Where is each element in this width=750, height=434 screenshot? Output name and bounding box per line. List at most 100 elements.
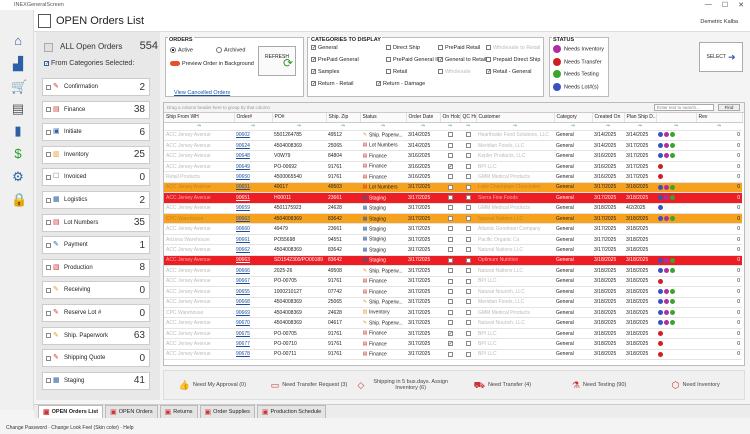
tab-open-orders[interactable]: ▣ OPEN Orders bbox=[105, 405, 158, 418]
qc-hold-checkbox[interactable] bbox=[465, 236, 471, 242]
category-checkbox[interactable] bbox=[46, 378, 51, 384]
tab-open-orders-list[interactable]: ▣ OPEN Orders List bbox=[38, 405, 104, 418]
display-option-samples[interactable]: ✓ Samples bbox=[311, 69, 339, 75]
action-need-transfer-request-3[interactable]: ▭ Need Transfer Request (3) bbox=[261, 381, 358, 389]
column-header[interactable]: Created On bbox=[592, 113, 625, 123]
qc-hold-checkbox[interactable] bbox=[465, 299, 471, 305]
tab-order-supplies[interactable]: ▣ Order Supplies bbox=[199, 405, 255, 418]
qc-hold-checkbox[interactable] bbox=[465, 215, 471, 221]
order-link[interactable]: 90602 bbox=[236, 132, 250, 138]
on-hold-checkbox[interactable] bbox=[447, 142, 453, 148]
qc-hold-checkbox[interactable] bbox=[465, 320, 471, 326]
qc-hold-checkbox[interactable] bbox=[465, 195, 471, 201]
order-link[interactable]: 90667 bbox=[236, 278, 250, 284]
checkbox[interactable]: ✓ bbox=[311, 57, 316, 63]
on-hold-checkbox[interactable] bbox=[447, 288, 453, 294]
qc-hold-checkbox[interactable] bbox=[465, 341, 471, 347]
tab-returns[interactable]: ▣ Returns bbox=[159, 405, 198, 418]
order-link[interactable]: 90651 bbox=[236, 195, 250, 201]
order-link[interactable]: 90662 bbox=[236, 247, 250, 253]
table-row[interactable]: ACC Jersey Avenue 90666 2025-26 49508 ✎ Ship.… bbox=[164, 265, 742, 277]
qc-hold-checkbox[interactable] bbox=[465, 174, 471, 180]
user-name[interactable]: Demetric Kalba bbox=[700, 19, 738, 25]
order-link[interactable]: 90650 bbox=[236, 174, 250, 180]
column-header[interactable]: Order Date bbox=[406, 113, 441, 123]
category-checkbox[interactable] bbox=[46, 84, 51, 90]
display-option-wholesale-to-retail[interactable]: Wholesale to Retail bbox=[486, 45, 540, 51]
table-row[interactable]: ACC Jersey Avenue 90677 PO-00710 91761 ▤ Fina… bbox=[164, 338, 742, 350]
table-row[interactable]: ACC Jersey Avenue 90678 PO-00711 91761 ▤ Fina… bbox=[164, 349, 742, 361]
order-link[interactable]: 90678 bbox=[236, 351, 250, 357]
filter-cell[interactable]: ⇒ bbox=[592, 122, 624, 131]
all-open-orders[interactable]: ALL Open Orders 554 bbox=[44, 40, 162, 56]
qc-hold-checkbox[interactable] bbox=[465, 184, 471, 190]
filter-cell[interactable]: ⇒ bbox=[326, 122, 360, 131]
on-hold-checkbox[interactable] bbox=[447, 351, 453, 357]
on-hold-checkbox[interactable]: ✓ bbox=[447, 163, 453, 169]
qc-hold-checkbox[interactable] bbox=[465, 153, 471, 159]
on-hold-checkbox[interactable] bbox=[447, 236, 453, 242]
table-row[interactable]: ACC Jersey Avenue 90659 4501175923 24628 ▦ St… bbox=[164, 203, 742, 215]
checkbox[interactable]: ✓ bbox=[376, 81, 381, 87]
column-header[interactable]: On Hold bbox=[440, 113, 461, 123]
category-checkbox[interactable] bbox=[46, 107, 51, 113]
on-hold-checkbox[interactable] bbox=[447, 299, 453, 305]
category-checkbox[interactable] bbox=[46, 310, 51, 316]
display-option-general-to-retail[interactable]: ✓ General to Retail bbox=[438, 57, 486, 63]
refresh-button[interactable]: REFRESH ⟳ bbox=[258, 46, 296, 76]
checkbox[interactable]: ✓ bbox=[311, 81, 316, 87]
table-row[interactable]: ACC Jersey Avenue 90602 5501264785 49512 ✎ Sh… bbox=[164, 130, 742, 141]
display-option-retail[interactable]: Retail bbox=[386, 69, 407, 75]
order-link[interactable]: 90669 bbox=[236, 310, 250, 316]
order-supplies-icon[interactable]: ▤ bbox=[11, 102, 25, 116]
category-lot-numbers[interactable]: ▤ Lot Numbers 35 bbox=[42, 213, 150, 232]
category-checkbox[interactable] bbox=[46, 265, 51, 271]
on-hold-checkbox[interactable] bbox=[447, 195, 453, 201]
checkbox[interactable] bbox=[386, 69, 391, 75]
qc-hold-checkbox[interactable] bbox=[465, 205, 471, 211]
filter-cell[interactable]: ⇒ bbox=[360, 122, 406, 131]
category-finance[interactable]: ▤ Finance 38 bbox=[42, 100, 150, 119]
column-header[interactable]: Status bbox=[360, 113, 407, 123]
column-header[interactable]: Customer bbox=[476, 113, 555, 123]
filter-cell[interactable]: ⇒ bbox=[164, 122, 234, 131]
view-cancelled-link[interactable]: View Cancelled Orders bbox=[174, 90, 230, 96]
qc-hold-checkbox[interactable] bbox=[465, 278, 471, 284]
on-hold-checkbox[interactable] bbox=[447, 226, 453, 232]
lock-icon[interactable]: 🔒 bbox=[11, 193, 27, 207]
filter-cell[interactable]: ⇒ bbox=[554, 122, 592, 131]
factory-icon[interactable]: ▟ bbox=[11, 57, 25, 71]
order-link[interactable]: 90649 bbox=[236, 164, 250, 170]
on-hold-checkbox[interactable] bbox=[447, 153, 453, 159]
order-link[interactable]: 90668 bbox=[236, 299, 250, 305]
grid-search-input[interactable]: Enter text to search... bbox=[654, 104, 714, 111]
action-need-testing-90[interactable]: ⚗ Need Testing (90) bbox=[551, 381, 648, 389]
order-link[interactable]: 90666 bbox=[236, 268, 250, 274]
category-checkbox[interactable] bbox=[46, 197, 51, 203]
close-button[interactable]: ✕ bbox=[738, 1, 744, 9]
column-header[interactable]: QC Hold bbox=[460, 113, 477, 123]
column-header[interactable] bbox=[656, 113, 697, 123]
column-header[interactable]: Category bbox=[554, 113, 593, 123]
table-row[interactable]: ACC Jersey Avenue 90649 PO-00692 91761 ▤ Fina… bbox=[164, 161, 742, 173]
order-link[interactable]: 90651 bbox=[236, 184, 250, 190]
order-link[interactable]: 90660 bbox=[236, 226, 250, 232]
on-hold-checkbox[interactable] bbox=[447, 184, 453, 190]
display-option-prepaid-general[interactable]: ✓ PrePaid General bbox=[311, 57, 359, 63]
order-link[interactable]: 90659 bbox=[236, 205, 250, 211]
table-row[interactable]: ACC Jersey Avenue 90670 4504008369 04617 ✎ Sh… bbox=[164, 317, 742, 329]
category-receiving[interactable]: ✎ Receiving 0 bbox=[42, 281, 150, 300]
table-row[interactable]: ACC Jersey Avenue 90662 4504008369 83642 ▦ St… bbox=[164, 244, 742, 256]
display-option-general[interactable]: ✓ General bbox=[311, 45, 338, 51]
checkbox[interactable]: ✓ bbox=[486, 69, 491, 75]
gear-icon[interactable]: ⚙ bbox=[11, 170, 25, 184]
order-link[interactable]: 90661 bbox=[236, 237, 250, 243]
category-production[interactable]: ▧ Production 8 bbox=[42, 258, 150, 277]
category-staging[interactable]: ▦ Staging 41 bbox=[42, 371, 150, 390]
category-checkbox[interactable] bbox=[46, 242, 51, 248]
on-hold-checkbox[interactable] bbox=[447, 257, 453, 263]
qc-hold-checkbox[interactable] bbox=[465, 142, 471, 148]
table-row[interactable]: ACC Jersey Avenue 90663 SD1542300/PO00189 8… bbox=[164, 255, 742, 267]
checkbox[interactable] bbox=[438, 45, 443, 51]
filter-cell[interactable]: ⇒ bbox=[272, 122, 326, 131]
